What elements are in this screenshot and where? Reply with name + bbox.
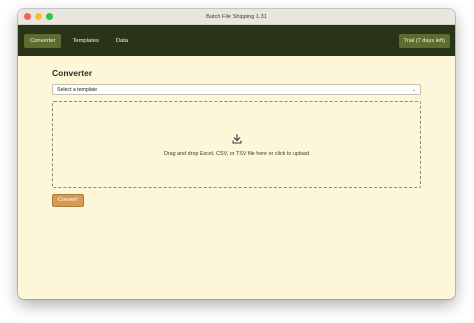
- template-select[interactable]: Select a template ⌄: [52, 84, 421, 95]
- minimize-window-button[interactable]: [35, 13, 42, 20]
- close-window-button[interactable]: [24, 13, 31, 20]
- top-navigation: Converter Templates Data Trial (7 days l…: [18, 25, 455, 56]
- nav-tab-templates[interactable]: Templates: [66, 34, 104, 48]
- traffic-lights: [24, 13, 53, 20]
- convert-button[interactable]: Convert: [52, 194, 84, 207]
- app-window: Batch File Shipping 1.31 Converter Templ…: [18, 9, 455, 299]
- nav-tab-data[interactable]: Data: [110, 34, 134, 48]
- dropzone-instructions: Drag and drop Excel, CSV, or TSV file he…: [163, 150, 310, 157]
- title-bar: Batch File Shipping 1.31: [18, 9, 455, 25]
- download-icon: [231, 133, 242, 144]
- trial-badge-button[interactable]: Trial (7 days left): [398, 34, 450, 48]
- template-select-value: Select a template: [57, 86, 98, 93]
- window-title: Batch File Shipping 1.31: [206, 13, 267, 20]
- zoom-window-button[interactable]: [46, 13, 53, 20]
- chevron-down-icon: ⌄: [411, 86, 416, 93]
- file-dropzone[interactable]: Drag and drop Excel, CSV, or TSV file he…: [52, 101, 421, 188]
- converter-panel: Converter Select a template ⌄ Drag and d…: [52, 56, 421, 207]
- nav-tab-converter[interactable]: Converter: [24, 33, 62, 48]
- page-title: Converter: [52, 68, 93, 78]
